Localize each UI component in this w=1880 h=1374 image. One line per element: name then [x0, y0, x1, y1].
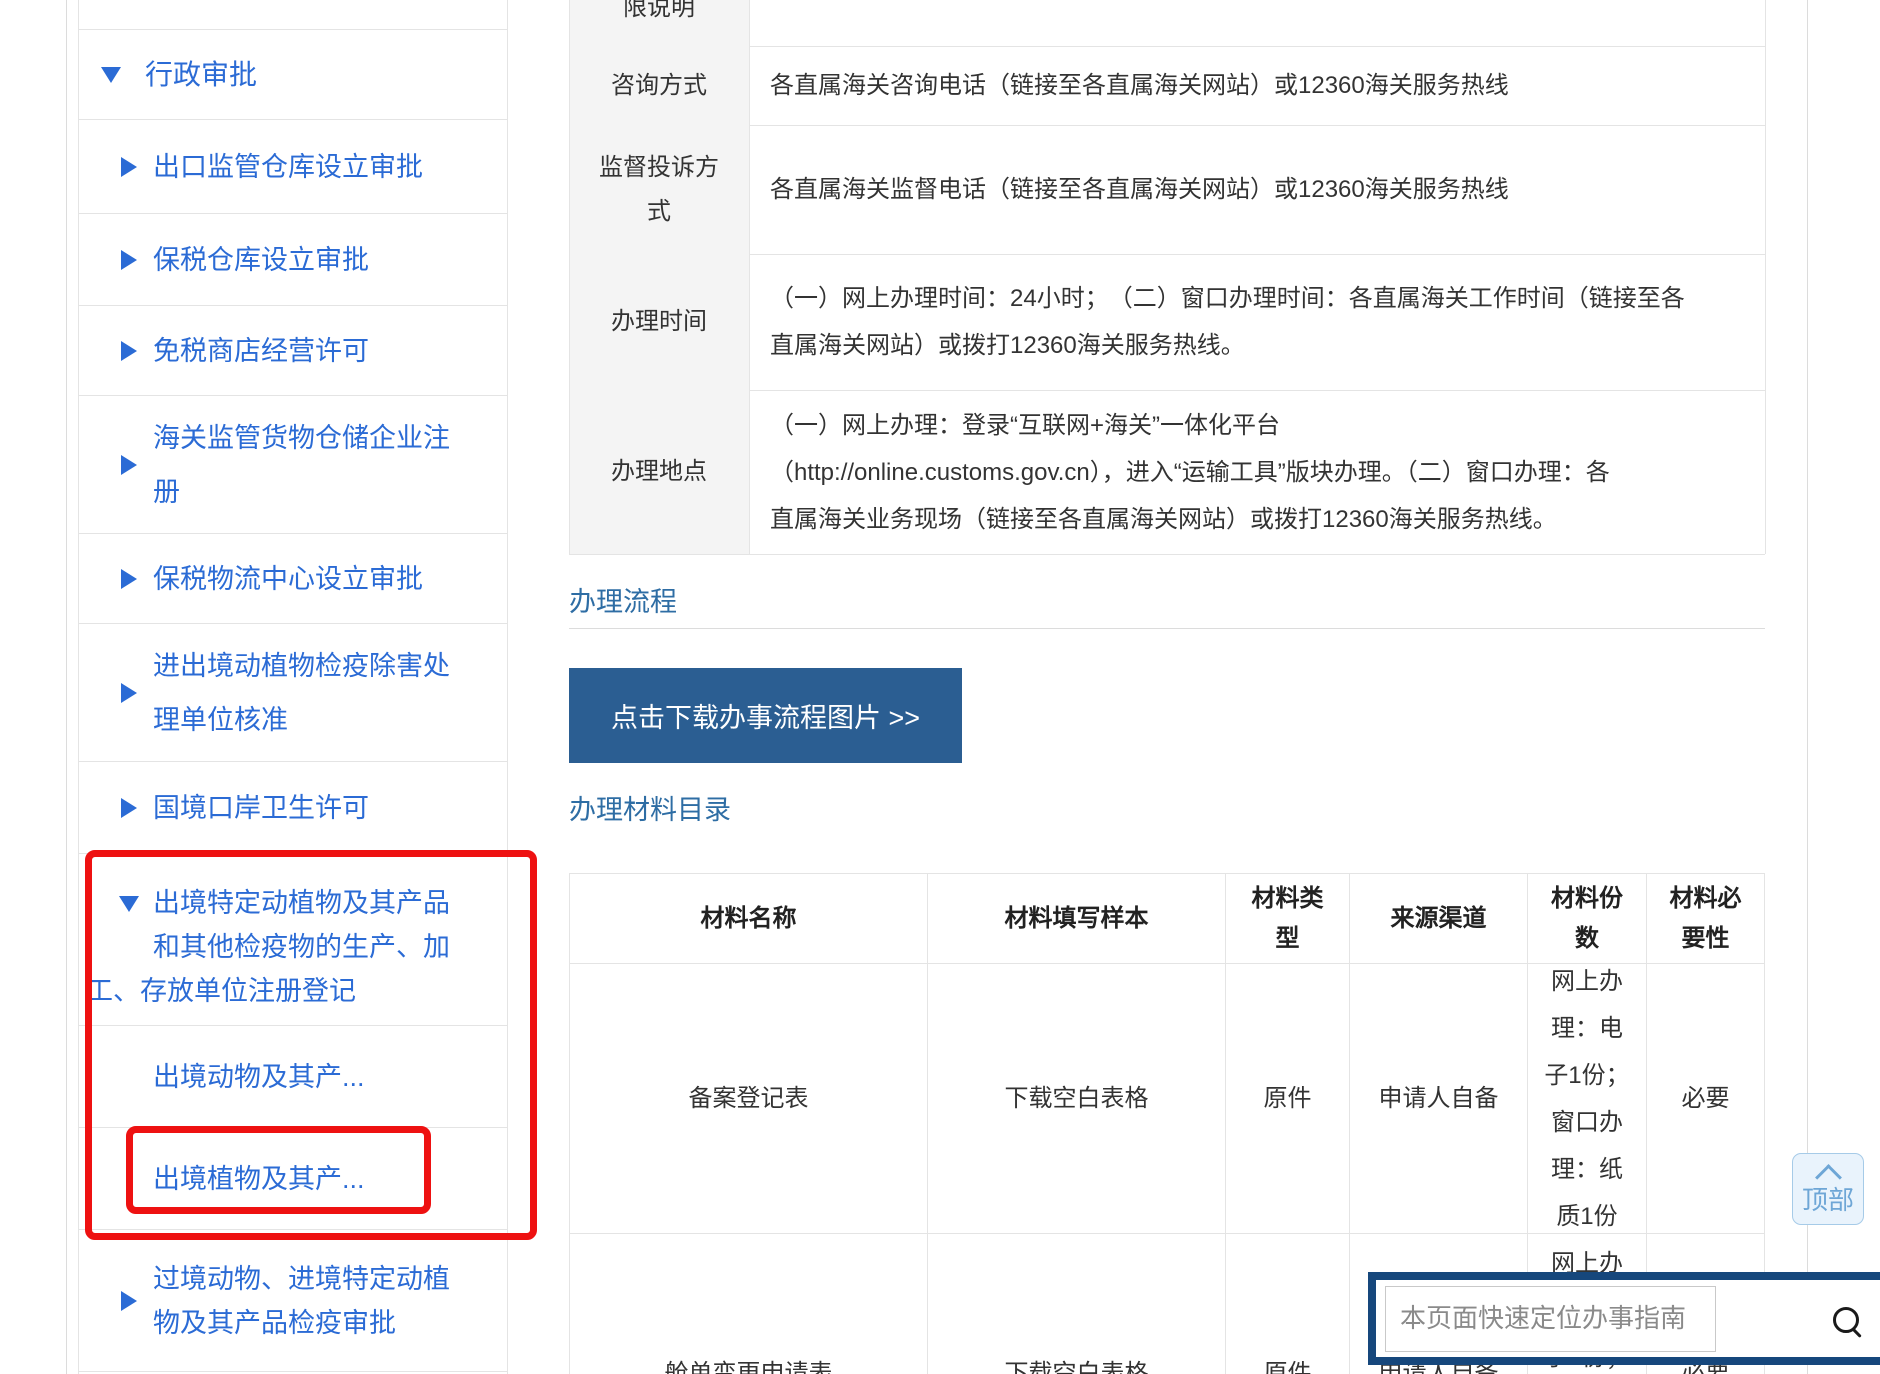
sidebar-item-label-line3: 工、存放单位注册登记: [86, 969, 450, 1013]
arrow-right-icon: [121, 250, 137, 270]
arrow-right-icon: [121, 1291, 137, 1311]
chevron-down-icon: [119, 896, 139, 912]
info-value: [750, 0, 1765, 46]
sidebar-item-label: 海关监管货物仓储企业注册: [153, 411, 473, 519]
col-header-type: 材料类型: [1226, 874, 1350, 963]
col-header-source: 来源渠道: [1350, 874, 1528, 963]
arrow-right-icon: [121, 683, 137, 703]
material-required: 必要: [1647, 964, 1765, 1233]
arrow-right-icon: [121, 455, 137, 475]
info-value: （一）网上办理：登录“互联网+海关”一体化平台 （http://online.c…: [750, 390, 1765, 554]
arrow-right-icon: [121, 569, 137, 589]
search-button[interactable]: [1824, 1298, 1868, 1342]
arrow-right-icon: [121, 341, 137, 361]
arrow-right-icon: [121, 798, 137, 818]
service-guide-page: 行政审批 出口监管仓库设立审批 保税仓库设立审批 免税商店经营许可 海关监管货物…: [0, 0, 1880, 1374]
download-blank-form[interactable]: 下载空白表格: [928, 964, 1226, 1233]
sidebar-item-label: 免税商店经营许可: [153, 329, 369, 373]
sidebar-item-guojing-kouan[interactable]: 国境口岸卫生许可: [79, 762, 507, 854]
sidebar-nav: 行政审批 出口监管仓库设立审批 保税仓库设立审批 免税商店经营许可 海关监管货物…: [78, 0, 508, 1374]
sidebar-item-label: 国境口岸卫生许可: [153, 786, 369, 830]
material-source: 申请人自备: [1350, 964, 1528, 1233]
col-header-required: 材料必要性: [1647, 874, 1765, 963]
sidebar-item-label: 出境动物及其产...: [153, 1055, 365, 1099]
materials-section-title: 办理材料目录: [569, 788, 731, 827]
quick-locate-search-box: [1368, 1272, 1880, 1365]
info-value: 各直属海关咨询电话（链接至各直属海关网站）或12360海关服务热线: [750, 46, 1765, 125]
sidebar-item-xingzhengshenpi[interactable]: 行政审批: [79, 30, 507, 120]
info-value: （一）网上办理时间：24小时； （二）窗口办理时间：各直属海关工作时间（链接至各…: [750, 254, 1765, 390]
col-header-copies: 材料份数: [1528, 874, 1647, 963]
col-header-name: 材料名称: [570, 874, 928, 963]
sidebar-item-label: 出境植物及其产...: [153, 1157, 365, 1201]
back-to-top-button[interactable]: 顶部: [1792, 1153, 1864, 1225]
col-header-sample: 材料填写样本: [928, 874, 1226, 963]
download-blank-form[interactable]: 下载空白表格: [928, 1234, 1226, 1374]
sidebar-item-guojing-dongwu[interactable]: 过境动物、进境特定动植 物及其产品检疫审批: [79, 1230, 507, 1372]
material-type: 原件: [1226, 1234, 1350, 1374]
sidebar-item-label: 出口监管仓库设立审批: [153, 145, 423, 189]
arrow-right-icon: [121, 157, 137, 177]
info-label: 办理时间: [569, 254, 750, 390]
info-label: 监督投诉方式: [569, 125, 750, 254]
sidebar-item-label: 保税仓库设立审批: [153, 238, 369, 282]
sidebar-item-label-line1: 出境特定动植物及其产品: [153, 881, 450, 925]
process-section-title: 办理流程: [569, 580, 677, 619]
material-copies: 网上办理：电子1份；窗口办理：纸质1份: [1528, 964, 1647, 1233]
section-divider: [569, 628, 1765, 629]
sidebar-item-label-line1: 过境动物、进境特定动植: [153, 1257, 450, 1301]
sidebar-item-chujing-teding[interactable]: 出境特定动植物及其产品 和其他检疫物的生产、加 工、存放单位注册登记: [79, 854, 507, 1026]
sidebar-item-label: 保税物流中心设立审批: [153, 557, 423, 601]
search-input[interactable]: [1385, 1286, 1716, 1352]
chevron-down-icon: [101, 67, 121, 83]
material-type: 原件: [1226, 964, 1350, 1233]
material-name: 备案登记表: [570, 964, 928, 1233]
sidebar-spacer-row: [79, 0, 507, 30]
sidebar-item-jinchujing-chuhai[interactable]: 进出境动植物检疫除害处理单位核准: [79, 624, 507, 762]
material-name: 舱单变更申请表: [570, 1234, 928, 1374]
info-label: 办理地点: [569, 390, 750, 554]
download-process-image-button[interactable]: 点击下载办事流程图片 >>: [569, 668, 962, 763]
sidebar-item-chujing-zhiwu[interactable]: 出境植物及其产...: [79, 1128, 507, 1230]
sidebar-item-haiguan-jianguan-huowu[interactable]: 海关监管货物仓储企业注册: [79, 396, 507, 534]
left-gutter-line: [66, 0, 67, 1374]
sidebar-item-chujing-dongwu[interactable]: 出境动物及其产...: [79, 1026, 507, 1128]
sidebar-item-chukou-jianguan[interactable]: 出口监管仓库设立审批: [79, 120, 507, 214]
sidebar-item-label-line2: 物及其产品检疫审批: [153, 1301, 450, 1345]
sidebar-item-label: 行政审批: [145, 53, 257, 97]
sidebar-item-label: 进出境动植物检疫除害处理单位核准: [153, 639, 468, 747]
sidebar-item-baoshui-wuliu[interactable]: 保税物流中心设立审批: [79, 534, 507, 624]
info-value: 各直属海关监督电话（链接至各直属海关网站）或12360海关服务热线: [750, 125, 1765, 254]
sidebar-item-label-line2: 和其他检疫物的生产、加: [153, 925, 450, 969]
sidebar-item-mianshui-shangdian[interactable]: 免税商店经营许可: [79, 306, 507, 396]
sidebar-item-baoshui-cangku[interactable]: 保税仓库设立审批: [79, 214, 507, 306]
info-label: 咨询方式: [569, 46, 750, 125]
info-label: 限说明: [569, 0, 750, 46]
search-icon: [1833, 1307, 1859, 1333]
